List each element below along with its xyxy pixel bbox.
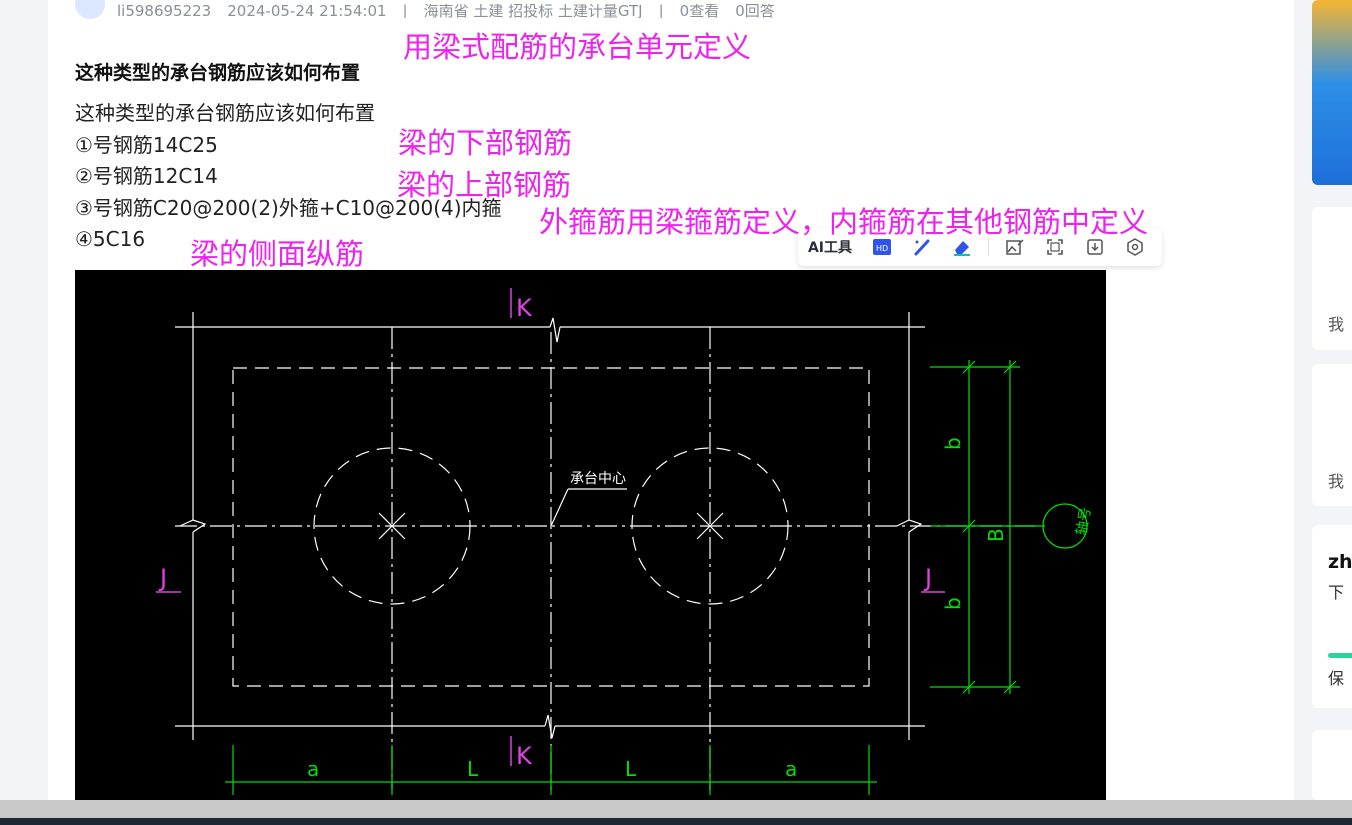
taskbar (0, 818, 1352, 825)
sidebar-text: 我 (1328, 315, 1345, 334)
dim-a-left: a (307, 757, 319, 781)
sidebar-text: 下 (1328, 583, 1345, 602)
axis-label-k-bottom: K (516, 742, 533, 770)
dim-l-left: L (467, 757, 479, 781)
sidebar-card: 我 (1312, 207, 1352, 350)
annotation-cap-definition: 用梁式配筋的承台单元定义 (403, 30, 752, 64)
promo-banner[interactable] (1312, 0, 1352, 185)
post-username[interactable]: li598695223 (117, 4, 211, 18)
axis-label-k-top: K (516, 294, 533, 322)
sidebar-username[interactable]: zh (1328, 551, 1352, 573)
post-card: li598695223 2024-05-24 21:54:01 | 海南省 土建… (48, 0, 1294, 800)
svg-text:HD: HD (876, 244, 888, 253)
axis-number-label: 轴号 (1074, 506, 1095, 536)
dim-big-b: B (984, 528, 1008, 542)
cad-drawing-svg: 承台中心 K K J J b b B 轴号 a L L a (156, 288, 1095, 795)
dim-l-right: L (625, 757, 637, 781)
meta-separator: | (402, 4, 408, 18)
sidebar-card: zh 下 保 (1312, 525, 1352, 708)
annotation-top-rebar: 梁的上部钢筋 (397, 168, 572, 202)
horizontal-scrollbar[interactable] (0, 800, 1352, 818)
meta-separator: | (658, 4, 664, 18)
post-region: 海南省 土建 招投标 土建计量GTJ (423, 4, 643, 18)
dim-b-lower: b (941, 597, 965, 610)
avatar[interactable] (75, 0, 105, 19)
sidebar-text: 保 (1328, 669, 1345, 688)
axis-label-j-right: J (923, 564, 932, 592)
post-views: 0查看 (679, 4, 720, 18)
right-sidebar: 我 我 zh 下 保 (1312, 0, 1352, 800)
axis-label-j-left: J (158, 564, 167, 592)
dim-b-upper: b (941, 437, 965, 450)
annotation-stirrup: 外箍筋用梁箍筋定义，内箍筋在其他钢筋中定义 (539, 205, 1149, 239)
center-label: 承台中心 (570, 471, 626, 487)
annotation-side-rebar: 梁的侧面纵筋 (190, 237, 365, 271)
sidebar-card (1312, 730, 1352, 800)
dim-a-right: a (785, 757, 797, 781)
post-answers: 0回答 (735, 4, 775, 18)
cad-drawing-image[interactable]: 承台中心 K K J J b b B 轴号 a L L a (75, 270, 1106, 800)
post-title: 这种类型的承台钢筋应该如何布置 (75, 62, 361, 84)
post-datetime: 2024-05-24 21:54:01 (227, 4, 387, 18)
post-meta: li598695223 2024-05-24 21:54:01 | 海南省 土建… (75, 0, 791, 20)
progress-bar (1328, 653, 1352, 658)
sidebar-text: 我 (1328, 472, 1345, 491)
annotation-bottom-rebar: 梁的下部钢筋 (398, 126, 573, 160)
sidebar-card: 我 (1312, 364, 1352, 506)
